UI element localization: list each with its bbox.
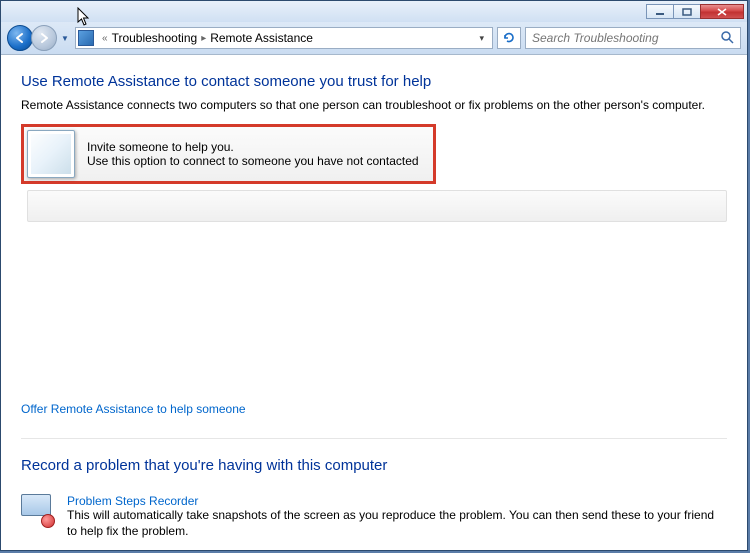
content-area: Use Remote Assistance to contact someone… — [1, 55, 747, 550]
psr-icon — [21, 494, 53, 526]
control-panel-icon — [78, 30, 94, 46]
minimize-button[interactable] — [646, 4, 674, 19]
search-box[interactable] — [525, 27, 741, 49]
search-input[interactable] — [532, 31, 720, 45]
invite-option[interactable]: Invite someone to help you. Use this opt… — [27, 130, 419, 178]
maximize-button[interactable] — [673, 4, 701, 19]
breadcrumb-seg-remote-assistance[interactable]: Remote Assistance — [210, 31, 313, 45]
offer-assistance-link[interactable]: Offer Remote Assistance to help someone — [21, 402, 246, 416]
record-badge-icon — [41, 514, 55, 528]
back-button[interactable] — [7, 25, 33, 51]
refresh-button[interactable] — [497, 27, 521, 49]
address-dropdown-button[interactable]: ▾ — [473, 33, 490, 44]
chevron-right-icon[interactable]: ▸ — [201, 33, 206, 44]
invite-description: Use this option to connect to someone yo… — [87, 154, 419, 168]
explorer-window: ▼ « Troubleshooting ▸ Remote Assistance … — [0, 0, 748, 551]
psr-option[interactable]: Problem Steps Recorder This will automat… — [21, 494, 727, 539]
page-title: Use Remote Assistance to contact someone… — [21, 73, 727, 90]
page-description: Remote Assistance connects two computers… — [21, 98, 727, 112]
address-bar[interactable]: « Troubleshooting ▸ Remote Assistance ▾ — [75, 27, 493, 49]
navigation-bar: ▼ « Troubleshooting ▸ Remote Assistance … — [1, 22, 747, 55]
close-button[interactable] — [700, 4, 744, 19]
breadcrumb-prefix: « — [102, 33, 108, 44]
psr-title: Problem Steps Recorder — [67, 494, 727, 508]
remote-assistance-icon — [27, 130, 75, 178]
titlebar — [1, 1, 747, 22]
option-row-bg — [27, 190, 727, 222]
section-divider — [21, 438, 727, 439]
breadcrumb-seg-troubleshooting[interactable]: Troubleshooting — [112, 31, 198, 45]
nav-buttons: ▼ — [7, 25, 71, 51]
record-section-title: Record a problem that you're having with… — [21, 457, 727, 474]
invite-title: Invite someone to help you. — [87, 140, 419, 154]
recent-pages-button[interactable]: ▼ — [59, 29, 71, 47]
search-icon[interactable] — [720, 30, 734, 47]
psr-description: This will automatically take snapshots o… — [67, 508, 727, 539]
forward-button[interactable] — [31, 25, 57, 51]
invite-option-highlight: Invite someone to help you. Use this opt… — [21, 124, 436, 184]
